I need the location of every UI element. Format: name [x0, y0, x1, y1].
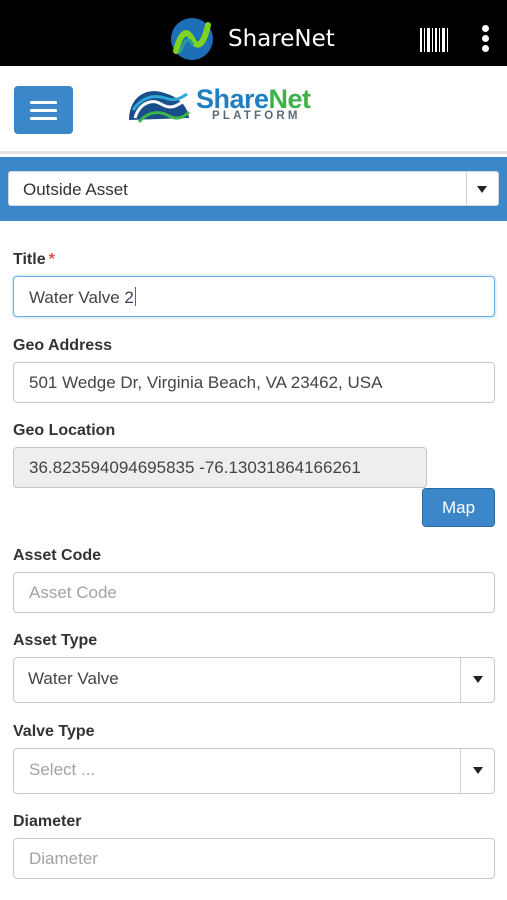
app-bar: ShareNet [0, 0, 507, 66]
title-input[interactable]: Water Valve 2 [13, 276, 495, 317]
title-label: Title * [13, 251, 55, 269]
chevron-down-icon [473, 676, 483, 683]
geo-location-field: 36.823594094695835 -76.13031864166261 [13, 447, 427, 488]
brand-platform-text: PLATFORM [212, 110, 301, 122]
sharenet-brand-logo-icon [129, 91, 191, 123]
chevron-down-icon [473, 767, 483, 774]
app-title: ShareNet [228, 26, 335, 52]
valve-type-dropdown-toggle[interactable] [460, 749, 494, 793]
diameter-input[interactable]: Diameter [13, 838, 495, 879]
hamburger-menu-icon [30, 101, 57, 104]
asset-category-value: Outside Asset [23, 180, 128, 199]
diameter-placeholder: Diameter [29, 849, 98, 868]
asset-type-value: Water Valve [28, 669, 119, 688]
hamburger-line [30, 117, 57, 120]
asset-category-select[interactable]: Outside Asset [8, 171, 499, 206]
valve-type-label: Valve Type [13, 723, 95, 740]
valve-type-select[interactable]: Select ... [13, 748, 495, 794]
geo-location-label: Geo Location [13, 422, 116, 439]
asset-type-select[interactable]: Water Valve [13, 657, 495, 703]
asset-type-label: Asset Type [13, 632, 98, 649]
sharenet-app-logo-icon [171, 18, 213, 60]
title-value-text: Water Valve 2 [29, 288, 134, 307]
geo-address-label: Geo Address [13, 337, 112, 354]
title-label-text: Title [13, 251, 46, 268]
barcode-icon[interactable] [420, 28, 448, 52]
asset-type-dropdown-toggle[interactable] [460, 658, 494, 702]
asset-code-input[interactable]: Asset Code [13, 572, 495, 613]
text-cursor [134, 287, 137, 306]
asset-code-placeholder: Asset Code [29, 583, 117, 602]
hamburger-menu-button[interactable] [14, 86, 73, 134]
title-input-value: Water Valve 2 [29, 287, 137, 308]
geo-address-value: 501 Wedge Dr, Virginia Beach, VA 23462, … [29, 373, 383, 392]
more-vert-icon[interactable] [478, 25, 492, 55]
diameter-label: Diameter [13, 813, 82, 830]
map-button[interactable]: Map [422, 488, 495, 527]
site-header: ShareNet PLATFORM [0, 66, 507, 154]
valve-type-placeholder: Select ... [29, 760, 96, 779]
asset-category-dropdown-toggle[interactable] [466, 172, 498, 205]
chevron-down-icon [477, 186, 487, 193]
required-indicator: * [48, 251, 55, 268]
asset-code-label: Asset Code [13, 547, 102, 564]
geo-location-value: 36.823594094695835 -76.13031864166261 [29, 458, 361, 477]
geo-address-input[interactable]: 501 Wedge Dr, Virginia Beach, VA 23462, … [13, 362, 495, 403]
hamburger-line [30, 109, 57, 112]
category-band: Outside Asset [0, 157, 507, 221]
